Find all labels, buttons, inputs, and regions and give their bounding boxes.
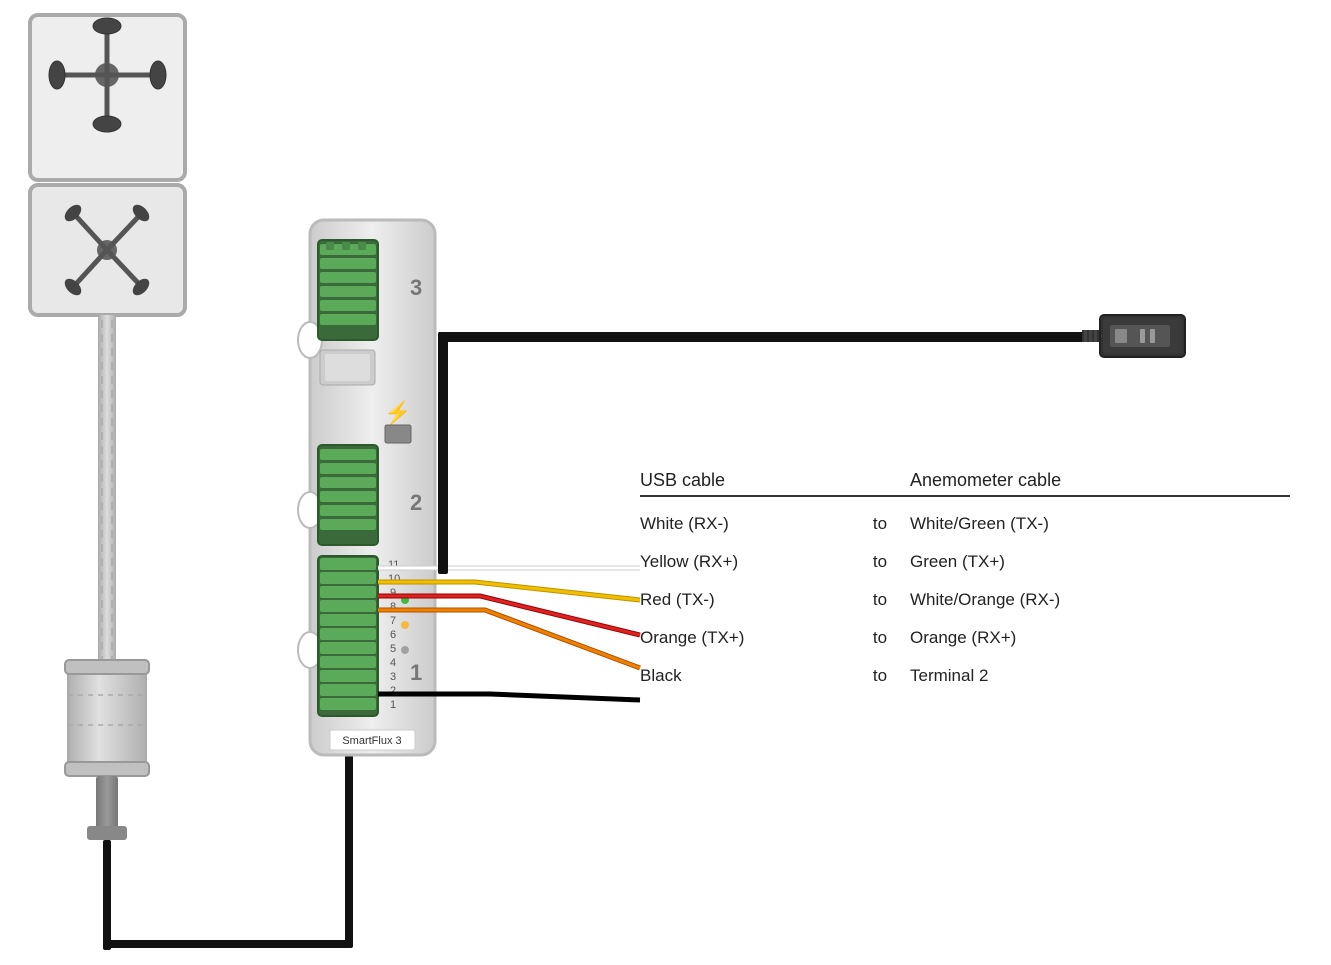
- svg-text:3: 3: [390, 671, 396, 683]
- anem-wire-label-0: White/Green (TX-): [910, 514, 1190, 534]
- to-label-0: to: [850, 514, 910, 534]
- table-header: USB cable Anemometer cable: [640, 470, 1290, 497]
- usb-wire-label-4: Black: [640, 666, 850, 686]
- svg-text:7: 7: [390, 615, 396, 627]
- to-label-2: to: [850, 590, 910, 610]
- svg-text:⚡: ⚡: [384, 400, 411, 426]
- svg-text:SmartFlux 3: SmartFlux 3: [342, 735, 401, 747]
- svg-text:8: 8: [390, 601, 396, 613]
- usb-wire-label-1: Yellow (RX+): [640, 552, 850, 572]
- svg-text:1: 1: [410, 660, 422, 685]
- wiring-table: USB cable Anemometer cable White (RX-) t…: [640, 470, 1290, 695]
- svg-text:4: 4: [390, 657, 396, 669]
- svg-text:6: 6: [390, 629, 396, 641]
- to-label-4: to: [850, 666, 910, 686]
- anem-wire-label-1: Green (TX+): [910, 552, 1190, 572]
- svg-text:3: 3: [410, 275, 422, 300]
- svg-text:1: 1: [390, 699, 396, 711]
- anem-cable-header: Anemometer cable: [910, 470, 1190, 491]
- usb-wire-label-2: Red (TX-): [640, 590, 850, 610]
- anem-wire-label-2: White/Orange (RX-): [910, 590, 1190, 610]
- table-row: White (RX-) to White/Green (TX-): [640, 505, 1290, 543]
- svg-text:11: 11: [388, 559, 399, 571]
- to-label-3: to: [850, 628, 910, 648]
- usb-wire-label-3: Orange (TX+): [640, 628, 850, 648]
- anem-wire-label-4: Terminal 2: [910, 666, 1190, 686]
- table-row: Yellow (RX+) to Green (TX+): [640, 543, 1290, 581]
- svg-text:5: 5: [390, 643, 396, 655]
- svg-text:10: 10: [388, 573, 400, 585]
- to-label-1: to: [850, 552, 910, 572]
- svg-text:2: 2: [410, 490, 422, 515]
- table-row: Black to Terminal 2: [640, 657, 1290, 695]
- svg-text:9: 9: [390, 587, 396, 599]
- anem-wire-label-3: Orange (RX+): [910, 628, 1190, 648]
- usb-wire-label-0: White (RX-): [640, 514, 850, 534]
- table-row: Orange (TX+) to Orange (RX+): [640, 619, 1290, 657]
- svg-text:2: 2: [390, 685, 396, 697]
- diagram-container: ⚡ 11 10 9 8 7 6 5 4 3 2 1: [0, 0, 1331, 965]
- table-row: Red (TX-) to White/Orange (RX-): [640, 581, 1290, 619]
- usb-cable-header: USB cable: [640, 470, 850, 491]
